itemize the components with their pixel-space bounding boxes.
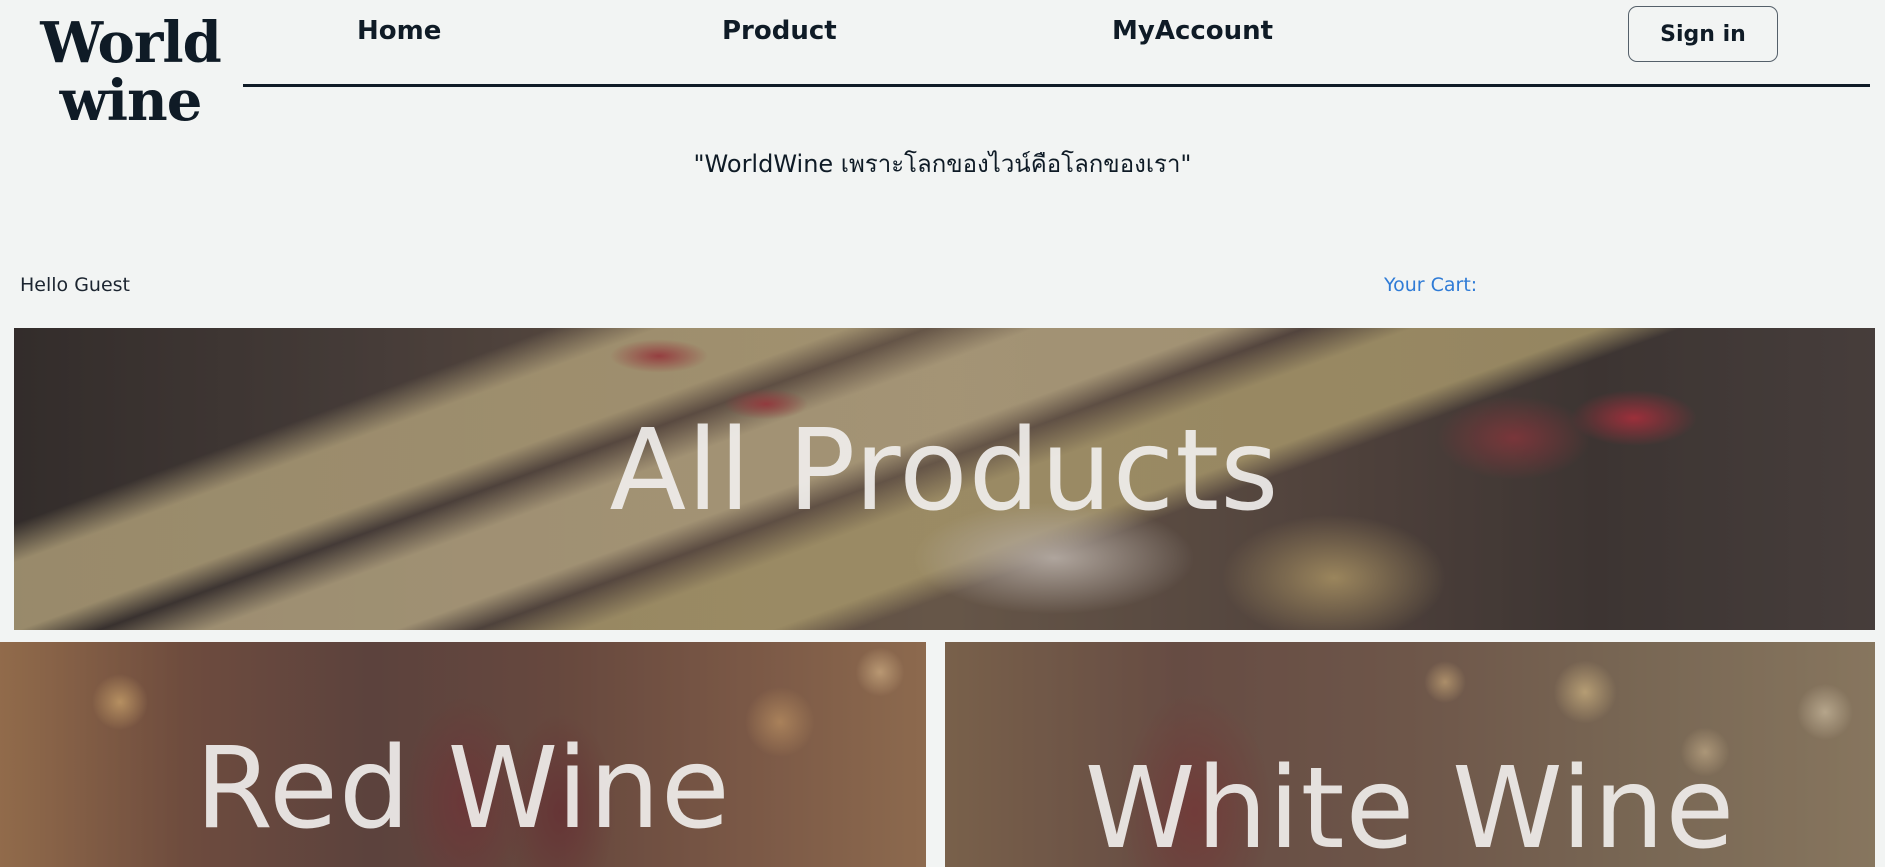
all-products-title: All Products (609, 406, 1280, 536)
red-wine-banner[interactable]: Red Wine (0, 642, 926, 867)
site-slogan: "WorldWine เพราะโลกของไวน์คือโลกของเรา" (693, 150, 1192, 178)
sign-in-button[interactable]: Sign in (1628, 6, 1778, 62)
nav-home-link[interactable]: Home (357, 16, 441, 46)
logo-line-world: World (40, 10, 222, 76)
nav-product-link[interactable]: Product (722, 16, 837, 46)
nav-myaccount-link[interactable]: MyAccount (1112, 16, 1273, 46)
site-logo[interactable]: World wine (38, 14, 223, 130)
cart-link[interactable]: Your Cart: (1384, 274, 1477, 296)
header-divider (243, 84, 1870, 87)
all-products-banner[interactable]: All Products (14, 328, 1875, 630)
white-wine-title: White Wine (1084, 744, 1736, 867)
white-wine-banner[interactable]: White Wine (945, 642, 1875, 867)
user-greeting: Hello Guest (20, 274, 131, 296)
red-wine-title: Red Wine (195, 724, 731, 854)
logo-line-wine: wine (59, 68, 203, 134)
